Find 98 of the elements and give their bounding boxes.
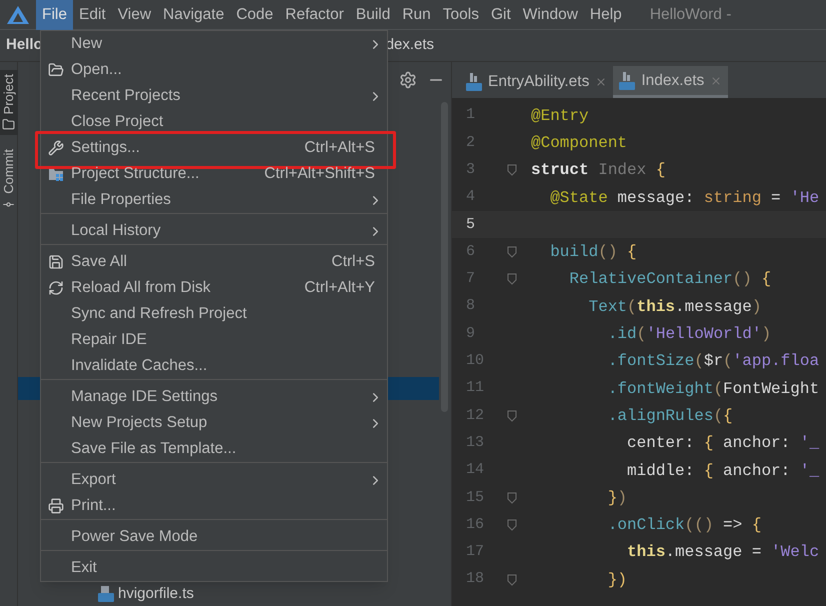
code-line: .fontSize($r('app.floa <box>606 351 820 372</box>
line-number: 1 <box>465 105 476 126</box>
menu-entry[interactable]: Reload All from Disk Ctrl+Alt+Y <box>41 275 387 301</box>
menu-item[interactable]: View <box>112 0 158 30</box>
code-line: Text(this.message) <box>588 296 762 318</box>
shortcut-text: Ctrl+Alt+Y <box>304 278 375 298</box>
shortcut-text: Ctrl+Alt+S <box>304 138 375 158</box>
editor-tab[interactable]: EntryAbility.ets <box>460 66 614 98</box>
settings-icon[interactable] <box>399 71 417 89</box>
menu-item[interactable]: Tools <box>436 0 485 30</box>
line-number: 10 <box>465 351 486 372</box>
fold-icon[interactable] <box>507 164 517 176</box>
file-icon <box>619 72 636 90</box>
line-number: 7 <box>465 269 476 290</box>
line-number: 5 <box>465 214 476 235</box>
menu-entry[interactable]: New Projects Setup <box>41 410 387 436</box>
menu-entry[interactable]: Local History <box>41 218 387 244</box>
code-line: }) <box>606 488 628 509</box>
code-line: .alignRules({ <box>606 406 733 427</box>
menu-entry[interactable]: Settings... Ctrl+Alt+S <box>41 135 387 161</box>
fold-icon[interactable] <box>507 574 517 586</box>
line-number: 13 <box>465 432 486 453</box>
line-number: 2 <box>465 132 476 153</box>
fold-icon[interactable] <box>507 519 517 532</box>
code-line: .onClick(() => { <box>606 515 762 536</box>
code-line: middle: { anchor: '_ <box>626 460 820 482</box>
code-line: struct Index { <box>531 160 666 182</box>
menu-entry[interactable]: Power Save Mode <box>41 524 387 550</box>
line-number: 12 <box>465 406 486 426</box>
shortcut-text: Ctrl+Alt+Shift+S <box>264 164 375 184</box>
file-icon <box>98 586 114 602</box>
code-line: .id('HelloWorld') <box>606 324 772 346</box>
shortcut-text: Ctrl+S <box>332 252 375 272</box>
menu-entry[interactable]: Recent Projects <box>41 83 387 109</box>
code-line: RelativeContainer() { <box>568 269 772 290</box>
line-number: 15 <box>465 488 486 508</box>
close-icon[interactable] <box>595 76 608 88</box>
menu-item[interactable]: Help <box>584 0 628 30</box>
line-number: 18 <box>465 569 486 590</box>
fold-icon[interactable] <box>507 246 517 258</box>
line-number: 6 <box>465 242 476 262</box>
folder-grid-icon <box>48 166 64 182</box>
menu-item[interactable]: Refactor <box>279 0 350 30</box>
fold-icon[interactable] <box>507 410 517 422</box>
code-line: this.message = 'Welc <box>626 542 820 564</box>
menu-entry[interactable]: Export <box>41 467 387 493</box>
code-line: @Entry <box>531 106 589 127</box>
folder-icon <box>48 62 64 78</box>
code-line: .fontWeight(FontWeight <box>606 378 820 400</box>
menu-entry[interactable]: File Properties <box>41 187 387 213</box>
menu-item[interactable]: Git <box>484 0 517 30</box>
tool-window-tab[interactable]: Commit <box>0 145 18 216</box>
fold-icon[interactable] <box>507 273 517 286</box>
fold-icon[interactable] <box>507 492 517 504</box>
menu-entry[interactable]: Open... <box>41 57 387 83</box>
menu-entry[interactable]: Project Structure... Ctrl+Alt+Shift+S <box>41 161 387 187</box>
menu-entry[interactable]: Manage IDE Settings <box>41 384 387 410</box>
menu-item[interactable]: Build <box>350 0 396 30</box>
line-number: 17 <box>465 542 486 562</box>
printer-icon <box>48 498 64 514</box>
line-number: 11 <box>465 378 486 398</box>
menu-entry[interactable]: Sync and Refresh Project <box>41 301 387 327</box>
tree-item[interactable]: hvigorfile.ts <box>18 582 451 606</box>
menu-item[interactable]: Code <box>230 0 280 30</box>
menu-item[interactable]: File <box>36 0 73 30</box>
wrench-icon <box>48 140 64 156</box>
menu-item[interactable]: Run <box>396 0 437 30</box>
code-line: }) <box>606 570 628 591</box>
code-line: @Component <box>531 132 628 154</box>
window-title: HelloWord - <box>650 4 732 25</box>
menu-entry[interactable]: Exit <box>41 555 387 581</box>
close-icon[interactable] <box>710 74 722 86</box>
code-line: center: { anchor: '_ <box>626 433 820 454</box>
folder-icon <box>2 118 15 132</box>
menu-item[interactable]: Window <box>516 0 584 30</box>
menu-entry[interactable]: Invalidate Caches... <box>41 353 387 379</box>
code-line: build() { <box>549 242 637 264</box>
menu-entry[interactable]: New <box>41 31 387 57</box>
menu-entry[interactable]: Repair IDE <box>41 327 387 353</box>
line-number: 4 <box>465 187 476 208</box>
line-number: 16 <box>465 514 486 535</box>
reload-icon <box>48 280 64 296</box>
menu-entry[interactable]: Save File as Template... <box>41 436 387 462</box>
line-number: 9 <box>465 324 476 344</box>
menu-entry[interactable]: Save All Ctrl+S <box>41 249 387 275</box>
file-icon <box>466 73 482 91</box>
menu-item[interactable]: Edit <box>72 0 112 30</box>
save-icon <box>48 254 64 270</box>
menu-entry[interactable]: Print... <box>41 493 387 519</box>
line-number: 14 <box>465 460 486 480</box>
logo-icon <box>6 4 30 24</box>
line-number: 8 <box>465 296 476 316</box>
menu-item[interactable]: Navigate <box>157 0 230 30</box>
tool-window-tab[interactable]: Project <box>0 70 18 136</box>
menu-entry[interactable]: Close Project <box>41 109 387 135</box>
line-number: 3 <box>465 160 476 180</box>
editor-tab[interactable]: Index.ets <box>613 66 728 98</box>
code-line: @State message: string = 'He <box>549 188 820 209</box>
